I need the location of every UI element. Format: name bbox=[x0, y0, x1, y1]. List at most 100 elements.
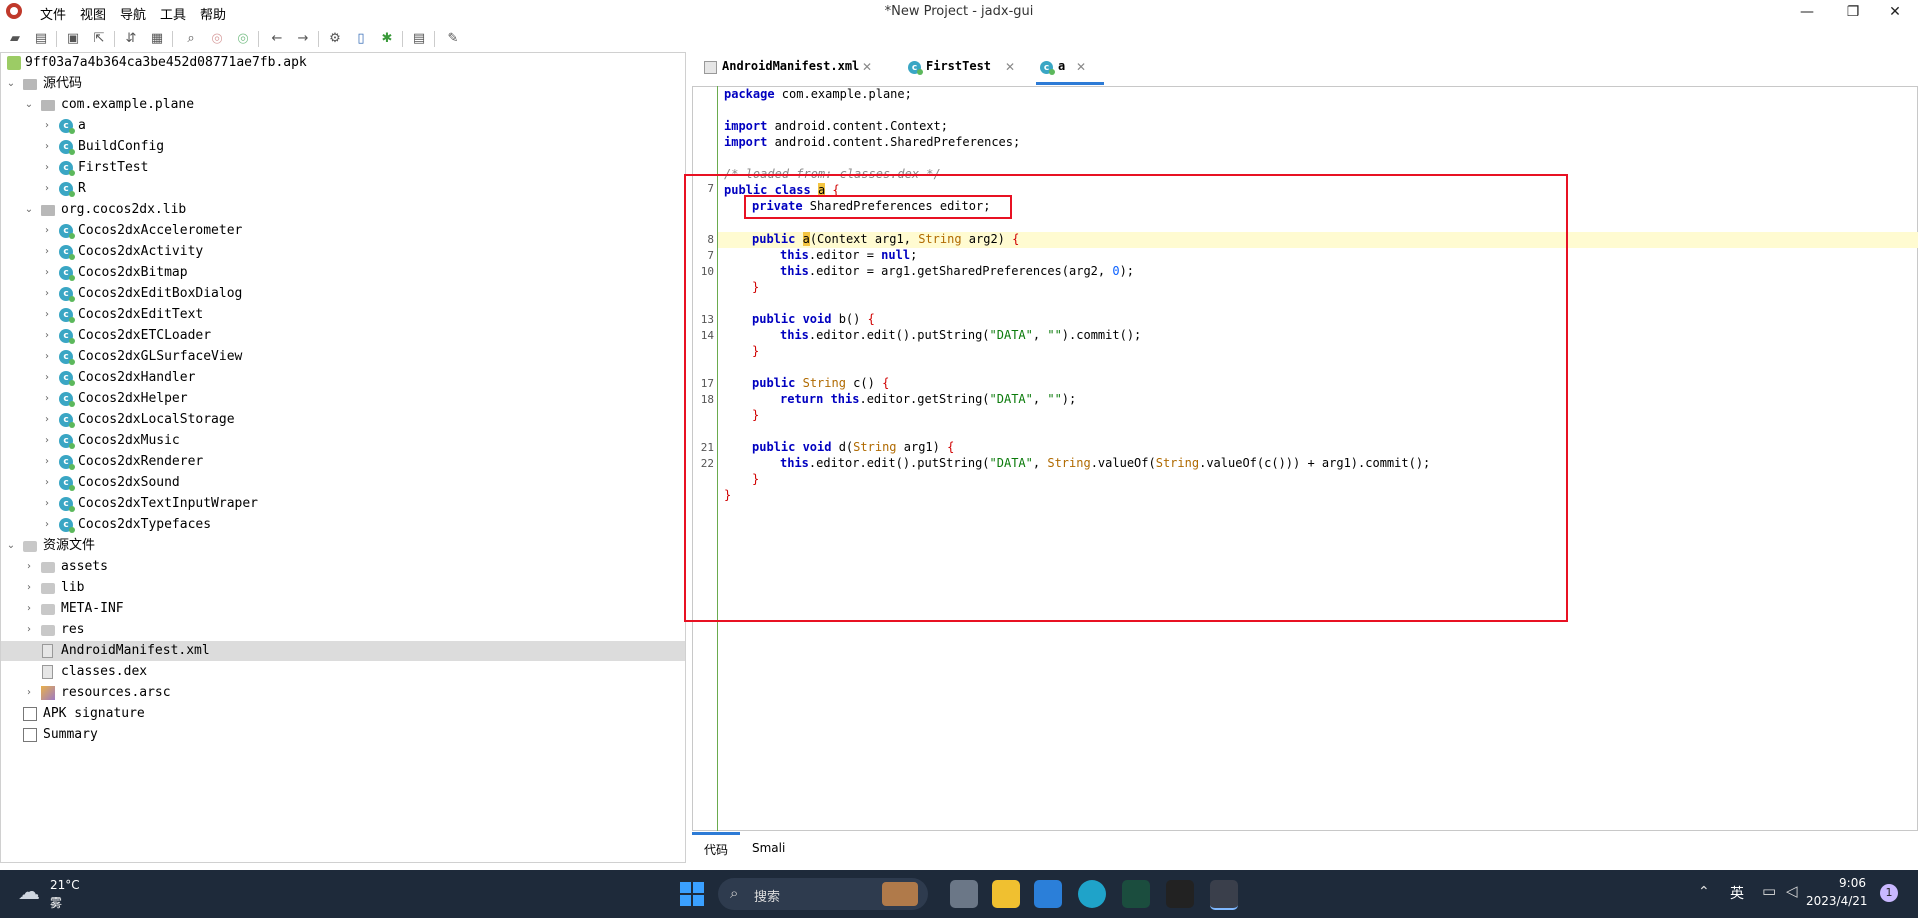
volume-icon[interactable]: ◁ bbox=[1786, 882, 1798, 900]
tree-class[interactable]: › c Cocos2dxGLSurfaceView bbox=[1, 347, 685, 367]
notification-badge[interactable]: 1 bbox=[1880, 884, 1898, 902]
tab-androidmanifest[interactable]: AndroidManifest.xml ✕ bbox=[704, 52, 884, 86]
nox-player-icon[interactable] bbox=[1122, 880, 1150, 908]
tab-code[interactable]: 代码 bbox=[704, 841, 728, 858]
microsoft-store-icon[interactable] bbox=[1034, 880, 1062, 908]
tree-folder[interactable]: › res bbox=[1, 620, 685, 640]
expand-arrow-icon[interactable]: ⌄ bbox=[5, 74, 17, 94]
flatten-packages-icon[interactable]: ▦ bbox=[148, 30, 166, 48]
tree-class[interactable]: › c BuildConfig bbox=[1, 137, 685, 157]
clock-date[interactable]: 2023/4/21 bbox=[1806, 894, 1868, 908]
collapse-arrow-icon[interactable]: › bbox=[41, 326, 53, 346]
collapse-arrow-icon[interactable]: › bbox=[41, 494, 53, 514]
clock-time[interactable]: 9:06 bbox=[1806, 876, 1866, 890]
tree-class[interactable]: › c Cocos2dxEditBoxDialog bbox=[1, 284, 685, 304]
file-explorer-icon[interactable] bbox=[992, 880, 1020, 908]
open-file-icon[interactable]: ▰ bbox=[6, 30, 24, 48]
taskbar-search-box[interactable]: ⌕ 搜索 bbox=[718, 878, 928, 910]
jadx-taskbar-icon[interactable] bbox=[1210, 880, 1238, 910]
tree-class[interactable]: › c FirstTest bbox=[1, 158, 685, 178]
bookmark-icon[interactable]: ▯ bbox=[352, 30, 370, 48]
forward-icon[interactable]: → bbox=[294, 30, 312, 48]
weather-temp[interactable]: 21°C bbox=[50, 878, 80, 892]
expand-arrow-icon[interactable]: ⌄ bbox=[5, 536, 17, 556]
collapse-arrow-icon[interactable]: › bbox=[41, 410, 53, 430]
collapse-arrow-icon[interactable]: › bbox=[23, 683, 35, 703]
collapse-arrow-icon[interactable]: › bbox=[41, 221, 53, 241]
preferences-icon[interactable]: ✎ bbox=[444, 30, 462, 48]
collapse-arrow-icon[interactable]: › bbox=[23, 620, 35, 640]
tree-class[interactable]: › c Cocos2dxETCLoader bbox=[1, 326, 685, 346]
ime-indicator[interactable]: 英 bbox=[1730, 883, 1744, 903]
tree-apk-signature[interactable]: APK signature bbox=[1, 704, 685, 724]
collapse-arrow-icon[interactable]: › bbox=[23, 578, 35, 598]
tree-file[interactable]: › resources.arsc bbox=[1, 683, 685, 703]
expand-arrow-icon[interactable]: ⌄ bbox=[23, 200, 35, 220]
tree-summary[interactable]: Summary bbox=[1, 725, 685, 745]
tab-firsttest[interactable]: c FirstTest ✕ bbox=[908, 52, 1028, 86]
collapse-arrow-icon[interactable]: › bbox=[41, 263, 53, 283]
tree-class[interactable]: › c Cocos2dxAccelerometer bbox=[1, 221, 685, 241]
tree-class[interactable]: › c Cocos2dxHelper bbox=[1, 389, 685, 409]
tree-class[interactable]: › c R bbox=[1, 179, 685, 199]
terminal-icon[interactable] bbox=[1166, 880, 1194, 908]
tab-a-active[interactable]: c a ✕ bbox=[1040, 52, 1110, 86]
collapse-arrow-icon[interactable]: › bbox=[41, 242, 53, 262]
collapse-arrow-icon[interactable]: › bbox=[23, 599, 35, 619]
tree-package[interactable]: ⌄ com.example.plane bbox=[1, 95, 685, 115]
tree-class[interactable]: › c a bbox=[1, 116, 685, 136]
tree-class[interactable]: › c Cocos2dxBitmap bbox=[1, 263, 685, 283]
tab-close-icon[interactable]: ✕ bbox=[1076, 60, 1086, 74]
tree-class[interactable]: › c Cocos2dxHandler bbox=[1, 368, 685, 388]
tree-class[interactable]: › c Cocos2dxSound bbox=[1, 473, 685, 493]
tree-class[interactable]: › c Cocos2dxTypefaces bbox=[1, 515, 685, 535]
collapse-arrow-icon[interactable]: › bbox=[41, 116, 53, 136]
project-tree[interactable]: 9ff03a7a4b364ca3be452d08771ae7fb.apk ⌄ 源… bbox=[0, 52, 686, 863]
restore-button[interactable]: ❐ bbox=[1830, 0, 1876, 24]
tree-class[interactable]: › c Cocos2dxMusic bbox=[1, 431, 685, 451]
edge-browser-icon[interactable] bbox=[1078, 880, 1106, 908]
collapse-arrow-icon[interactable]: › bbox=[41, 431, 53, 451]
collapse-arrow-icon[interactable]: › bbox=[41, 179, 53, 199]
collapse-arrow-icon[interactable]: › bbox=[41, 158, 53, 178]
tree-folder[interactable]: › lib bbox=[1, 578, 685, 598]
tree-class[interactable]: › c Cocos2dxEditText bbox=[1, 305, 685, 325]
decompile-all-icon[interactable]: ⚙ bbox=[326, 30, 344, 48]
close-button[interactable]: ✕ bbox=[1872, 0, 1918, 24]
debug-icon[interactable]: ✱ bbox=[378, 30, 396, 48]
search-icon[interactable]: ⌕ bbox=[182, 30, 200, 48]
back-icon[interactable]: ← bbox=[268, 30, 286, 48]
collapse-arrow-icon[interactable]: › bbox=[41, 515, 53, 535]
find-class-icon[interactable]: ◎ bbox=[208, 30, 226, 48]
log-icon[interactable]: ▤ bbox=[410, 30, 428, 48]
weather-desc[interactable]: 雾 bbox=[50, 894, 62, 911]
tab-close-icon[interactable]: ✕ bbox=[1005, 60, 1015, 74]
collapse-arrow-icon[interactable]: › bbox=[41, 452, 53, 472]
collapse-arrow-icon[interactable]: › bbox=[41, 137, 53, 157]
tree-class[interactable]: › c Cocos2dxActivity bbox=[1, 242, 685, 262]
collapse-arrow-icon[interactable]: › bbox=[41, 389, 53, 409]
tree-class[interactable]: › c Cocos2dxRenderer bbox=[1, 452, 685, 472]
tree-folder[interactable]: › assets bbox=[1, 557, 685, 577]
find-usage-icon[interactable]: ◎ bbox=[234, 30, 252, 48]
tab-close-icon[interactable]: ✕ bbox=[862, 60, 872, 74]
tree-file-selected[interactable]: AndroidManifest.xml bbox=[1, 641, 685, 661]
collapse-arrow-icon[interactable]: › bbox=[41, 473, 53, 493]
add-files-icon[interactable]: ▤ bbox=[32, 30, 50, 48]
tray-overflow-icon[interactable]: ⌃ bbox=[1698, 884, 1710, 900]
save-icon[interactable]: ▣ bbox=[64, 30, 82, 48]
collapse-arrow-icon[interactable]: › bbox=[41, 305, 53, 325]
tree-source-root[interactable]: ⌄ 源代码 bbox=[1, 74, 685, 94]
expand-arrow-icon[interactable]: ⌄ bbox=[23, 95, 35, 115]
task-view-icon[interactable] bbox=[950, 880, 978, 908]
tree-class[interactable]: › c Cocos2dxTextInputWraper bbox=[1, 494, 685, 514]
export-icon[interactable]: ⇱ bbox=[90, 30, 108, 48]
collapse-arrow-icon[interactable]: › bbox=[41, 347, 53, 367]
collapse-arrow-icon[interactable]: › bbox=[23, 557, 35, 577]
tree-folder[interactable]: › META-INF bbox=[1, 599, 685, 619]
tree-file[interactable]: classes.dex bbox=[1, 662, 685, 682]
collapse-arrow-icon[interactable]: › bbox=[41, 284, 53, 304]
sync-tree-icon[interactable]: ⇵ bbox=[122, 30, 140, 48]
collapse-arrow-icon[interactable]: › bbox=[41, 368, 53, 388]
tree-package[interactable]: ⌄ org.cocos2dx.lib bbox=[1, 200, 685, 220]
